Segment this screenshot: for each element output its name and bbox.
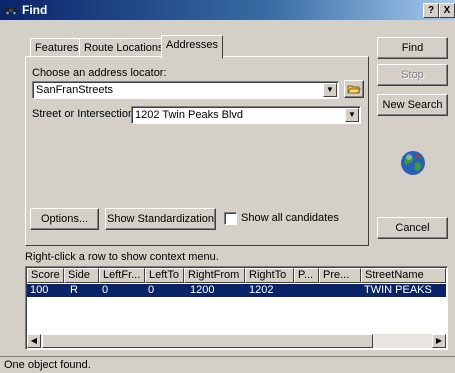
scroll-thumb[interactable]: [42, 334, 373, 348]
stop-button[interactable]: Stop: [377, 64, 448, 86]
tab-features[interactable]: Features: [30, 38, 84, 58]
street-label: Street or Intersection:: [32, 108, 138, 120]
locator-label: Choose an address locator:: [32, 67, 167, 79]
locator-combo[interactable]: SanFranStreets ▼: [32, 81, 339, 99]
results-list[interactable]: Score Side LeftFr... LeftTo RightFrom Ri…: [25, 266, 448, 350]
show-all-candidates-checkbox[interactable]: [224, 212, 237, 225]
cell-streetname: TWIN PEAKS: [364, 284, 432, 296]
show-standardization-button[interactable]: Show Standardization: [105, 208, 216, 230]
globe-icon: [401, 151, 425, 175]
tab-addresses[interactable]: Addresses: [161, 35, 223, 59]
close-button[interactable]: X: [439, 3, 455, 18]
street-value: 1202 Twin Peaks Blvd: [135, 109, 244, 121]
column-header-pre[interactable]: Pre...: [319, 268, 361, 283]
scroll-left-icon[interactable]: ◀: [27, 334, 41, 348]
cell-score: 100: [30, 284, 49, 296]
status-text: One object found.: [4, 359, 91, 371]
column-header-p[interactable]: P...: [294, 268, 319, 283]
tab-route-locations[interactable]: Route Locations: [79, 38, 169, 58]
street-combo[interactable]: 1202 Twin Peaks Blvd ▼: [131, 106, 361, 124]
column-header-rightfrom[interactable]: RightFrom: [184, 268, 245, 283]
locator-value: SanFranStreets: [36, 84, 114, 96]
chevron-down-icon[interactable]: ▼: [345, 108, 359, 122]
help-button[interactable]: ?: [423, 3, 439, 18]
show-all-candidates-label: Show all candidates: [241, 212, 339, 224]
addresses-panel: Choose an address locator: SanFranStreet…: [25, 56, 369, 246]
find-dialog: Find ? X Features Route Locations Addres…: [0, 0, 455, 372]
folder-open-icon: [347, 85, 361, 94]
binoculars-icon: [5, 8, 17, 15]
new-search-button[interactable]: New Search: [377, 94, 448, 116]
cell-rightfrom: 1200: [190, 284, 215, 296]
scroll-right-icon[interactable]: ▶: [432, 334, 446, 348]
column-header-leftto[interactable]: LeftTo: [145, 268, 184, 283]
status-bar: One object found.: [0, 356, 455, 373]
column-header-score[interactable]: Score: [27, 268, 64, 283]
column-header-side[interactable]: Side: [64, 268, 99, 283]
cancel-button[interactable]: Cancel: [377, 217, 448, 239]
options-button[interactable]: Options...: [30, 208, 99, 230]
cell-rightto: 1202: [249, 284, 274, 296]
column-header-leftfrom[interactable]: LeftFr...: [99, 268, 145, 283]
find-button[interactable]: Find: [377, 37, 448, 59]
cell-leftfrom: 0: [102, 284, 109, 296]
window-title: Find: [22, 3, 48, 17]
title-bar[interactable]: Find ? X: [0, 0, 455, 20]
browse-button[interactable]: [344, 80, 364, 98]
column-header-streetname[interactable]: StreetName: [361, 268, 446, 283]
cell-side: R: [70, 284, 78, 296]
horizontal-scrollbar[interactable]: ◀ ▶: [27, 334, 446, 348]
table-row[interactable]: 100 R 0 0 1200 1202 TWIN PEAKS: [27, 284, 446, 297]
results-hint: Right-click a row to show context menu.: [25, 251, 219, 263]
cell-leftto: 0: [148, 284, 155, 296]
column-header-rightto[interactable]: RightTo: [245, 268, 294, 283]
chevron-down-icon[interactable]: ▼: [323, 83, 337, 97]
